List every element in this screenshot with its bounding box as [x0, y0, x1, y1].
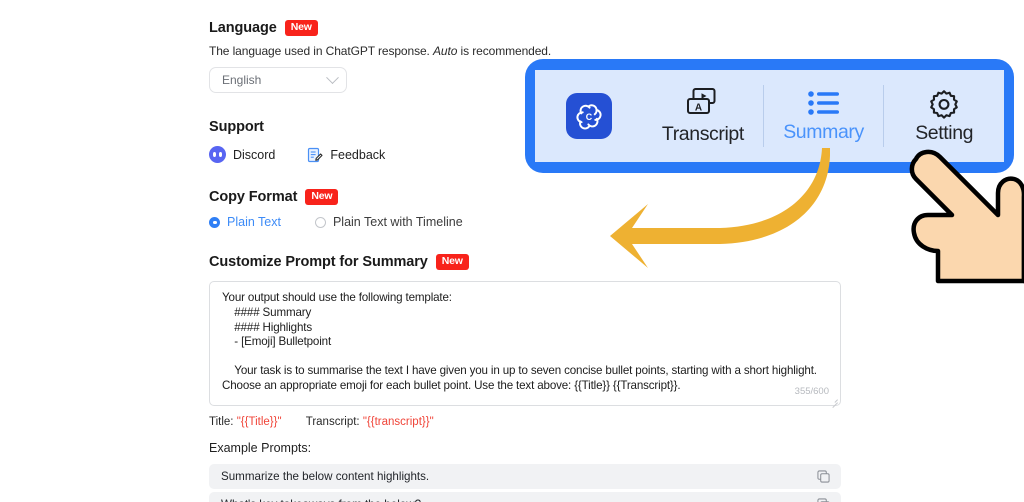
feedback-edit-icon — [308, 147, 323, 162]
gear-icon — [930, 89, 959, 119]
tab-summary[interactable]: Summary — [764, 89, 884, 144]
tab-label-transcript: Transcript — [661, 122, 744, 145]
char-counter: 355/600 — [794, 386, 829, 398]
copy-icon[interactable] — [817, 470, 830, 483]
prompt-textarea[interactable]: Your output should use the following tem… — [209, 281, 841, 409]
prompt-textarea-value: Your output should use the following tem… — [222, 291, 817, 392]
copy-format-options: Plain Text Plain Text with Timeline — [209, 215, 849, 229]
transcript-video-caption-icon: A — [686, 87, 716, 114]
example-prompts-title: Example Prompts: — [209, 441, 312, 456]
radio-label-plain-text[interactable]: Plain Text — [227, 215, 281, 229]
new-badge: New — [435, 254, 469, 271]
language-title: Language — [209, 20, 277, 37]
language-description-italic: Auto — [433, 44, 458, 59]
radio-plain-text[interactable] — [209, 216, 220, 228]
tab-setting[interactable]: Setting — [884, 88, 1004, 145]
toolbar-inner: C A Transcript Summary Setting — [535, 70, 1004, 162]
title-variable-label: Title: — [209, 416, 234, 429]
copy-format-title: Copy Format — [209, 189, 298, 206]
language-select[interactable]: English — [209, 67, 347, 94]
customize-prompt-heading: Customize Prompt for Summary New — [209, 254, 849, 271]
customize-prompt-title: Customize Prompt for Summary — [209, 254, 428, 271]
discord-icon — [209, 146, 226, 164]
copy-icon[interactable] — [817, 498, 830, 502]
customize-prompt-section: Customize Prompt for Summary New Your ou… — [209, 254, 849, 502]
new-badge: New — [305, 189, 339, 206]
list-item[interactable]: What's key takeaways from the below? — [209, 492, 841, 502]
radio-plain-text-timeline[interactable] — [314, 216, 326, 228]
resize-grip-icon[interactable] — [830, 395, 838, 409]
list-item[interactable]: Summarize the below content highlights. — [209, 464, 841, 490]
tab-transcript[interactable]: A Transcript — [643, 87, 763, 146]
svg-text:C: C — [586, 112, 593, 122]
example-prompts-list: Summarize the below content highlights. … — [209, 464, 849, 502]
language-description: The language used in ChatGPT response. A… — [209, 44, 849, 58]
feedback-link[interactable]: Feedback — [330, 148, 385, 162]
support-title: Support — [209, 119, 264, 136]
title-variable-value: "{{Title}}" — [236, 416, 282, 429]
copy-format-section: Copy Format New Plain Text Plain Text wi… — [209, 189, 849, 229]
toolbar-overlay: C A Transcript Summary Setting — [525, 59, 1014, 173]
variables-hint: Title: "{{Title}}" Transcript: "{{transc… — [209, 416, 849, 428]
tab-label-summary: Summary — [783, 120, 864, 143]
chatgpt-logo-icon: C — [566, 93, 613, 139]
svg-text:A: A — [695, 102, 702, 113]
language-description-before: The language used in ChatGPT response. — [209, 44, 434, 59]
tab-label-setting: Setting — [915, 121, 974, 144]
language-heading: Language New — [209, 20, 849, 37]
radio-label-plain-text-timeline[interactable]: Plain Text with Timeline — [333, 215, 463, 229]
chatgpt-logo-button[interactable]: C — [535, 93, 643, 139]
discord-link[interactable]: Discord — [233, 148, 275, 162]
summary-list-icon — [807, 90, 839, 115]
example-prompt-text: Summarize the below content highlights. — [221, 470, 430, 484]
copy-format-heading: Copy Format New — [209, 189, 849, 206]
transcript-variable-value: "{{transcript}}" — [362, 416, 434, 429]
chevron-down-icon — [326, 70, 339, 84]
new-badge: New — [284, 20, 318, 37]
language-select-value: English — [222, 73, 262, 88]
transcript-variable-label: Transcript: — [305, 416, 360, 429]
example-prompt-text: What's key takeaways from the below? — [221, 498, 421, 502]
language-description-after: is recommended. — [457, 44, 552, 59]
